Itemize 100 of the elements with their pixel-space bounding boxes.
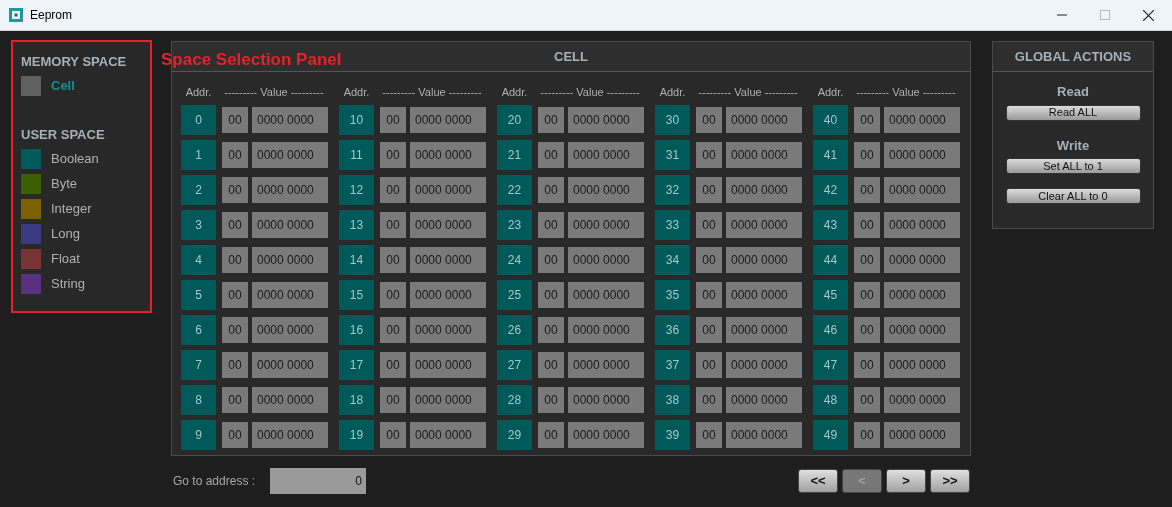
- address-cell: 13: [339, 209, 374, 240]
- hex-value-cell: 00: [380, 176, 406, 203]
- space-item[interactable]: Integer: [21, 196, 150, 221]
- address-cell: 45: [813, 279, 848, 310]
- address-cell: 39: [655, 419, 690, 450]
- hex-value-cell: 00: [380, 421, 406, 448]
- address-cell: 49: [813, 419, 848, 450]
- address-cell: 27: [497, 349, 532, 380]
- address-cell: 18: [339, 384, 374, 415]
- hex-value-cell: 00: [854, 211, 880, 238]
- binary-value-cell: 0000 0000: [884, 386, 960, 413]
- address-cell: 41: [813, 139, 848, 170]
- panel-title: GLOBAL ACTIONS: [1014, 47, 1132, 66]
- close-icon[interactable]: [1143, 9, 1154, 21]
- hex-value-cell: 00: [696, 281, 722, 308]
- hex-value-cell: 00: [380, 106, 406, 133]
- binary-value-cell: 0000 0000: [410, 246, 486, 273]
- binary-value-cell: 0000 0000: [410, 281, 486, 308]
- binary-value-cell: 0000 0000: [726, 281, 802, 308]
- binary-value-cell: 0000 0000: [884, 141, 960, 168]
- section-heading: MEMORY SPACE: [21, 53, 128, 71]
- binary-value-cell: 0000 0000: [568, 176, 644, 203]
- address-cell: 44: [813, 244, 848, 275]
- binary-value-cell: 0000 0000: [252, 246, 328, 273]
- action-button[interactable]: Clear ALL to 0: [1005, 188, 1141, 204]
- address-cell: 4: [181, 244, 216, 275]
- space-item[interactable]: Long: [21, 221, 150, 246]
- address-cell: 36: [655, 314, 690, 345]
- binary-value-cell: 0000 0000: [884, 351, 960, 378]
- binary-value-cell: 0000 0000: [568, 421, 644, 448]
- hex-value-cell: 00: [222, 351, 248, 378]
- address-cell: 43: [813, 209, 848, 240]
- hex-value-cell: 00: [854, 351, 880, 378]
- hex-value-cell: 00: [380, 211, 406, 238]
- column-header: --------- Value ---------: [697, 84, 799, 100]
- hex-value-cell: 00: [696, 246, 722, 273]
- maximize-icon[interactable]: [1100, 10, 1110, 20]
- column-header: Addr.: [500, 84, 529, 100]
- panel-title: CELL: [554, 47, 588, 66]
- hex-value-cell: 00: [854, 386, 880, 413]
- space-item[interactable]: Byte: [21, 171, 150, 196]
- nav-button[interactable]: <<: [798, 469, 838, 493]
- binary-value-cell: 0000 0000: [726, 141, 802, 168]
- binary-value-cell: 0000 0000: [568, 106, 644, 133]
- address-cell: 0: [181, 104, 216, 135]
- address-cell: 16: [339, 314, 374, 345]
- action-button[interactable]: Read ALL: [1005, 104, 1141, 121]
- address-cell: 8: [181, 384, 216, 415]
- hex-value-cell: 00: [696, 421, 722, 448]
- action-button[interactable]: Set ALL to 1: [1005, 158, 1141, 174]
- address-cell: 48: [813, 384, 848, 415]
- hex-value-cell: 00: [222, 246, 248, 273]
- hex-value-cell: 00: [854, 106, 880, 133]
- address-cell: 42: [813, 174, 848, 205]
- space-item[interactable]: Cell: [21, 73, 150, 99]
- address-cell: 34: [655, 244, 690, 275]
- binary-value-cell: 0000 0000: [252, 351, 328, 378]
- address-cell: 29: [497, 419, 532, 450]
- space-item[interactable]: String: [21, 271, 150, 296]
- hex-value-cell: 00: [538, 106, 564, 133]
- column-header: --------- Value ---------: [381, 84, 483, 100]
- binary-value-cell: 0000 0000: [726, 211, 802, 238]
- hex-value-cell: 00: [696, 176, 722, 203]
- hex-value-cell: 00: [538, 421, 564, 448]
- hex-value-cell: 00: [696, 386, 722, 413]
- address-cell: 17: [339, 349, 374, 380]
- address-cell: 26: [497, 314, 532, 345]
- address-cell: 7: [181, 349, 216, 380]
- window-title: Eeprom: [30, 7, 73, 24]
- hex-value-cell: 00: [380, 316, 406, 343]
- address-cell: 37: [655, 349, 690, 380]
- hex-value-cell: 00: [538, 211, 564, 238]
- address-input[interactable]: 0: [270, 468, 367, 494]
- hex-value-cell: 00: [854, 316, 880, 343]
- column-header: Addr.: [658, 84, 687, 100]
- address-cell: 33: [655, 209, 690, 240]
- group-heading: Write: [1056, 136, 1090, 155]
- binary-value-cell: 0000 0000: [410, 211, 486, 238]
- nav-button[interactable]: >: [886, 469, 926, 493]
- hex-value-cell: 00: [380, 246, 406, 273]
- section-heading: USER SPACE: [21, 125, 106, 144]
- space-item[interactable]: Boolean: [21, 146, 150, 171]
- binary-value-cell: 0000 0000: [568, 351, 644, 378]
- binary-value-cell: 0000 0000: [252, 141, 328, 168]
- address-cell: 10: [339, 104, 374, 135]
- column-header: Addr.: [816, 84, 845, 100]
- binary-value-cell: 0000 0000: [884, 316, 960, 343]
- binary-value-cell: 0000 0000: [410, 316, 486, 343]
- space-item[interactable]: Float: [21, 246, 150, 271]
- binary-value-cell: 0000 0000: [726, 176, 802, 203]
- address-cell: 22: [497, 174, 532, 205]
- address-cell: 12: [339, 174, 374, 205]
- binary-value-cell: 0000 0000: [568, 316, 644, 343]
- hex-value-cell: 00: [222, 211, 248, 238]
- address-cell: 2: [181, 174, 216, 205]
- hex-value-cell: 00: [380, 386, 406, 413]
- hex-value-cell: 00: [854, 281, 880, 308]
- nav-button[interactable]: >>: [930, 469, 970, 493]
- address-cell: 6: [181, 314, 216, 345]
- annotation-label: Space Selection Panel: [161, 49, 342, 71]
